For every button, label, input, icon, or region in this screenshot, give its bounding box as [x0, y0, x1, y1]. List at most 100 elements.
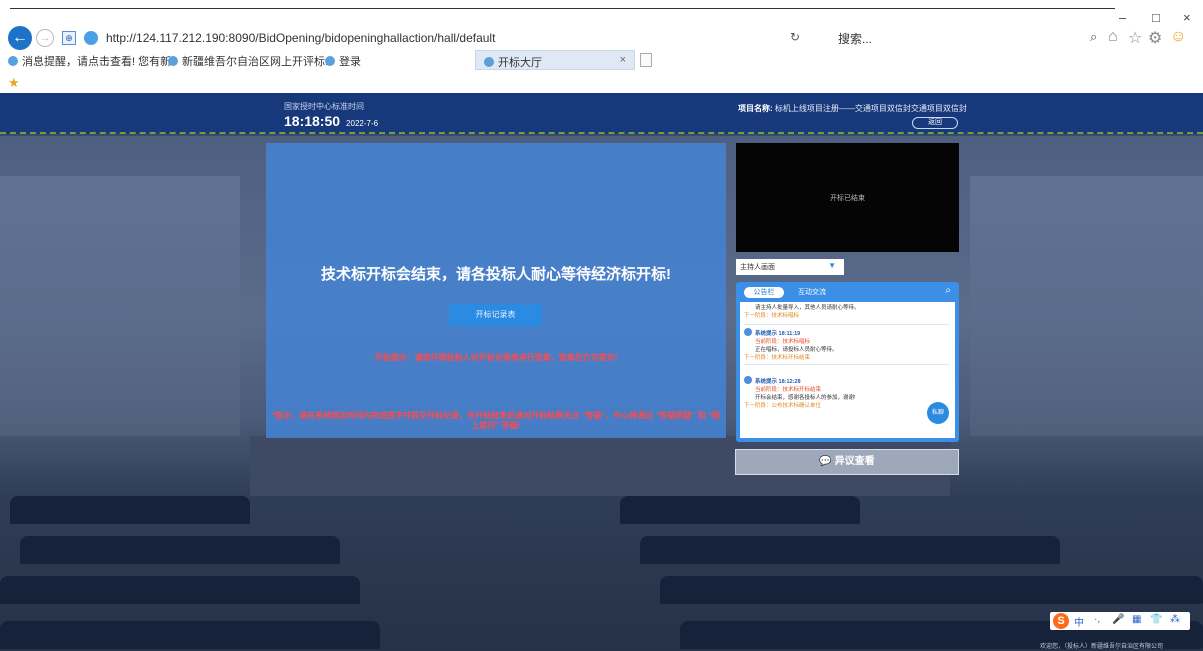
- tab-announcement[interactable]: 公告栏: [744, 287, 784, 298]
- seat-row: [640, 536, 1060, 564]
- tab-row: 消息提醒，请点击查看! 您有新 新疆维吾尔自治区网上开评标... 登录 开标大厅…: [0, 50, 1203, 70]
- close-window-button[interactable]: ×: [1183, 10, 1191, 25]
- favorites-star-icon[interactable]: ☆: [1128, 28, 1142, 48]
- message-text: 正在唱标，请投标人员耐心等待。: [755, 347, 838, 353]
- project-value: 标机上线项目注册——交通项目双信封交通项目双信封: [774, 104, 967, 113]
- tip-warning: *提示：请在系统规定时间内完成签字并提交开标记录，在开标结束后请对开标结果关注 …: [272, 411, 720, 430]
- seat-row: [0, 621, 380, 649]
- bookmark-icon: [168, 56, 178, 66]
- wall-panel: [0, 176, 240, 436]
- current-time: 18:18:50 2022-7-6: [284, 113, 378, 129]
- site-identity-icon[interactable]: ⊕: [62, 31, 76, 45]
- maximize-button[interactable]: □: [1152, 10, 1160, 25]
- message-list: 请主持人批量导入，其他人员请耐心等待。 下一阶段：技术标唱标 系统提示 18:1…: [740, 302, 955, 438]
- bookmark-login[interactable]: 登录: [325, 53, 361, 69]
- keyboard-icon[interactable]: ▦: [1132, 614, 1141, 625]
- seat-row: [620, 496, 860, 524]
- favorites-bar: ★: [0, 70, 1203, 93]
- tab-interaction[interactable]: 互动交流: [798, 287, 826, 297]
- message-next-stage: 下一阶段：技术标开标结束: [744, 355, 811, 361]
- seat-row: [10, 496, 250, 524]
- system-avatar-icon: [744, 376, 752, 384]
- notice-panel: 技术标开标会结束，请各投标人耐心等待经济标开标! 开标记录表 开标提示：请您仔细…: [266, 143, 726, 438]
- refresh-icon[interactable]: ↻: [790, 30, 800, 44]
- smiley-feedback-icon[interactable]: ☺: [1170, 28, 1186, 46]
- punctuation-icon[interactable]: ·,: [1094, 614, 1100, 625]
- bookmark-xinjiang[interactable]: 新疆维吾尔自治区网上开评标...: [168, 53, 334, 69]
- objection-label: 异议查看: [834, 456, 875, 467]
- welcome-footer: 欢迎您，（投标人）新疆维吾尔自治区有限公司: [1040, 644, 1164, 650]
- browser-chrome: – □ × ← → ⊕ http://124.117.212.190:8090/…: [0, 0, 1203, 93]
- record-table-button[interactable]: 开标记录表: [449, 304, 542, 326]
- date-value: 2022-7-6: [346, 119, 379, 128]
- host-view-select[interactable]: 主持人画面 ▼: [736, 259, 844, 275]
- back-arrow-icon[interactable]: ←: [8, 26, 32, 50]
- forward-arrow-icon[interactable]: →: [36, 29, 54, 47]
- search-input[interactable]: 搜索...: [830, 28, 1080, 48]
- search-icon[interactable]: ⌕: [945, 285, 951, 296]
- divider: [744, 364, 949, 365]
- seat-row: [20, 536, 340, 564]
- ime-toolbar: S 中 ·, 🎤 ▦ 👕 ⁂: [1050, 612, 1190, 630]
- message-text: 开标会结束，感谢各投标人的参加，谢谢!: [755, 395, 856, 401]
- panel-tabs: 公告栏 互动交流 ⌕: [736, 282, 959, 302]
- window-border: [10, 8, 1115, 9]
- page-favicon-icon: [84, 31, 98, 45]
- minimize-button[interactable]: –: [1119, 10, 1126, 25]
- message-text: 请主持人批量导入，其他人员请耐心等待。: [755, 305, 860, 311]
- new-tab-icon[interactable]: [640, 53, 652, 67]
- host-select-value: 主持人画面: [740, 264, 775, 271]
- bookmark-icon: [8, 56, 18, 66]
- divider: [744, 324, 949, 325]
- home-icon[interactable]: ⌂: [1108, 28, 1118, 46]
- microphone-icon[interactable]: 🎤: [1112, 614, 1124, 625]
- address-bar-row: ← → ⊕ http://124.117.212.190:8090/BidOpe…: [0, 26, 1203, 50]
- tab-favicon-icon: [484, 57, 494, 67]
- system-avatar-icon: [744, 328, 752, 336]
- bookmark-icon: [325, 56, 335, 66]
- bookmark-label: 消息提醒，请点击查看! 您有新: [22, 56, 172, 68]
- private-chat-button[interactable]: 私聊: [927, 402, 949, 424]
- time-value: 18:18:50: [284, 113, 341, 129]
- bookmark-label: 新疆维吾尔自治区网上开评标...: [182, 56, 335, 68]
- tab-bid-hall[interactable]: 开标大厅 ×: [475, 50, 635, 70]
- wall-panel: [970, 176, 1203, 436]
- seat-row: [0, 576, 360, 604]
- project-label: 项目名称:: [738, 104, 773, 113]
- message-stage: 当前阶段：技术标唱标: [755, 339, 811, 345]
- list-item: 系统提示 18:11:19 当前阶段：技术标唱标 正在唱标，请投标人员耐心等待。…: [744, 328, 944, 362]
- page-header: 国家授时中心标准时间 18:18:50 2022-7-6 项目名称: 标机上线项目…: [0, 93, 1203, 134]
- sogou-logo-icon[interactable]: S: [1053, 613, 1069, 629]
- time-label: 国家授时中心标准时间: [284, 102, 364, 111]
- video-player[interactable]: 开标已结束: [736, 143, 959, 252]
- list-item: 请主持人批量导入，其他人员请耐心等待。 下一阶段：技术标唱标: [744, 304, 944, 320]
- notice-title: 技术标开标会结束，请各投标人耐心等待经济标开标!: [321, 266, 671, 283]
- message-stage: 当前阶段：技术标开标结束: [755, 387, 822, 393]
- tab-close-icon[interactable]: ×: [620, 54, 626, 66]
- settings-gear-icon[interactable]: ⚙: [1148, 28, 1162, 48]
- list-item: 系统提示 18:12:28 当前阶段：技术标开标结束 开标会结束，感谢各投标人的…: [744, 376, 944, 410]
- chinese-mode-icon[interactable]: 中: [1074, 614, 1084, 629]
- chevron-down-icon: ▼: [828, 261, 836, 270]
- message-sender: 系统提示 18:12:28: [755, 379, 801, 385]
- project-name: 项目名称: 标机上线项目注册——交通项目双信封交通项目双信封: [738, 103, 967, 114]
- skin-icon[interactable]: 👕: [1150, 614, 1162, 625]
- search-icon[interactable]: ⌕: [1090, 29, 1097, 45]
- seat-row: [660, 576, 1203, 604]
- add-favorite-star-icon[interactable]: ★: [8, 75, 20, 91]
- back-button[interactable]: 返回: [912, 117, 958, 129]
- objection-view-button[interactable]: 💬 异议查看: [735, 449, 959, 475]
- tab-label: 开标大厅: [498, 57, 542, 69]
- chat-bubble-icon: 💬: [819, 456, 832, 467]
- tools-icon[interactable]: ⁂: [1170, 614, 1180, 625]
- bookmark-label: 登录: [339, 56, 361, 68]
- video-status: 开标已结束: [830, 195, 865, 202]
- bookmark-message[interactable]: 消息提醒，请点击查看! 您有新: [8, 53, 171, 69]
- address-url[interactable]: http://124.117.212.190:8090/BidOpening/b…: [106, 31, 495, 45]
- message-next-stage: 下一阶段：技术标唱标: [744, 313, 800, 319]
- message-sender: 系统提示 18:11:19: [755, 331, 801, 337]
- message-next-stage: 下一阶段：公布技术标确认单位: [744, 403, 822, 409]
- announcement-panel: 公告栏 互动交流 ⌕ 请主持人批量导入，其他人员请耐心等待。 下一阶段：技术标唱…: [736, 282, 959, 442]
- bid-opening-page: 国家授时中心标准时间 18:18:50 2022-7-6 项目名称: 标机上线项目…: [0, 93, 1203, 651]
- signature-warning: 开标提示：请您仔细投标人对开标记录表进行签章，签章后方可提交!: [374, 353, 618, 362]
